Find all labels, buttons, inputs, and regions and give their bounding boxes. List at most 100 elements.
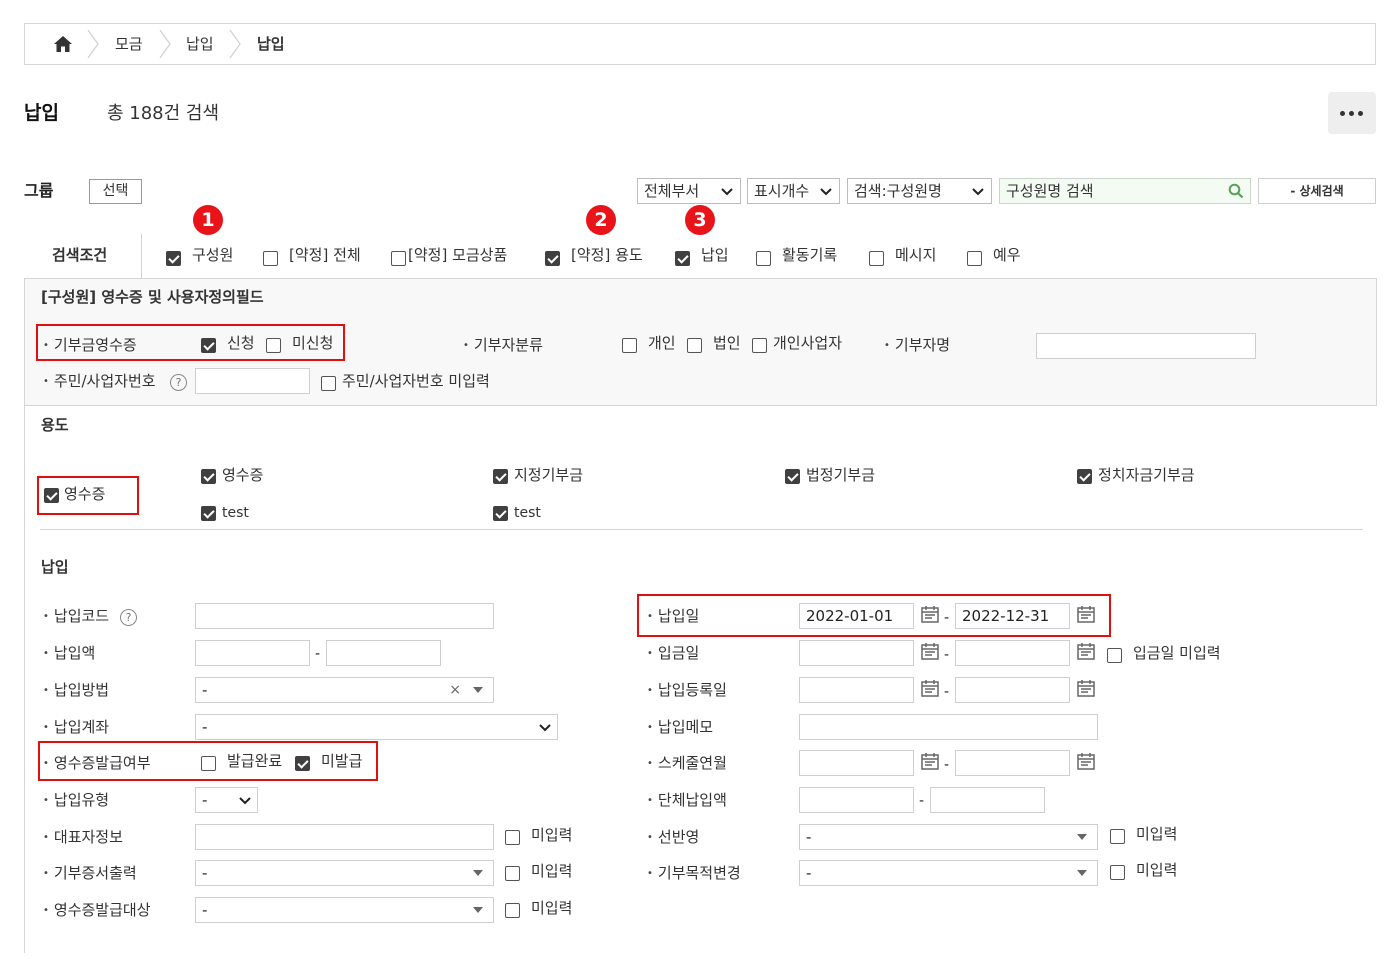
payment-amount-min-input[interactable] bbox=[195, 640, 310, 666]
prior-reflect-missing-checkbox[interactable] bbox=[1110, 829, 1125, 844]
payment-method-label: 납입방법 bbox=[43, 683, 109, 698]
rep-info-missing-checkbox[interactable] bbox=[505, 830, 520, 845]
calendar-icon[interactable] bbox=[920, 641, 940, 661]
purpose-item-checkbox[interactable] bbox=[493, 469, 508, 484]
payment-code-input[interactable] bbox=[195, 603, 494, 629]
help-icon[interactable]: ? bbox=[170, 374, 187, 391]
cert-print-select[interactable]: - bbox=[195, 860, 494, 886]
payment-method-select[interactable]: - × bbox=[195, 677, 494, 703]
group-amount-min-input[interactable] bbox=[799, 787, 914, 813]
group-amount-max-input[interactable] bbox=[930, 787, 1045, 813]
condition-message-checkbox[interactable] bbox=[869, 251, 884, 266]
purpose-item-label: test bbox=[222, 505, 249, 521]
payment-method-value: - bbox=[202, 681, 208, 699]
display-count-select[interactable]: 표시개수 bbox=[747, 178, 840, 204]
payment-account-value: - bbox=[202, 718, 208, 736]
calendar-icon[interactable] bbox=[1076, 641, 1096, 661]
donor-type-corporate-checkbox[interactable] bbox=[687, 338, 702, 353]
payment-type-select[interactable]: - bbox=[195, 787, 258, 813]
cert-print-missing-checkbox[interactable] bbox=[505, 866, 520, 881]
breadcrumb-item-payment[interactable]: 납입 bbox=[186, 37, 214, 52]
cert-print-value: - bbox=[202, 864, 208, 882]
schedule-from-input[interactable] bbox=[799, 750, 914, 776]
rep-info-label: 대표자정보 bbox=[43, 830, 123, 845]
condition-activity-checkbox[interactable] bbox=[756, 251, 771, 266]
display-count-value: 표시개수 bbox=[754, 182, 810, 200]
deposit-date-from-input[interactable] bbox=[799, 640, 914, 666]
reg-date-to-input[interactable] bbox=[955, 677, 1070, 703]
caret-down-icon bbox=[1077, 870, 1087, 876]
home-icon[interactable] bbox=[53, 35, 73, 53]
purpose-item-checkbox[interactable] bbox=[785, 469, 800, 484]
deposit-date-label: 입금일 bbox=[647, 646, 699, 661]
member-search-input[interactable]: 구성원명 검색 bbox=[999, 178, 1251, 204]
rep-info-input[interactable] bbox=[195, 824, 494, 850]
purpose-item-checkbox[interactable] bbox=[493, 506, 508, 521]
search-type-value: 검색:구성원명 bbox=[854, 182, 942, 200]
more-options-button[interactable] bbox=[1328, 92, 1376, 134]
memo-input[interactable] bbox=[799, 714, 1098, 740]
breadcrumb-item-fundraising[interactable]: 모금 bbox=[115, 37, 143, 52]
condition-payment-checkbox[interactable] bbox=[675, 251, 690, 266]
search-icon[interactable] bbox=[1228, 183, 1244, 199]
purpose-change-missing-checkbox[interactable] bbox=[1110, 865, 1125, 880]
donor-type-sole-proprietor-checkbox[interactable] bbox=[752, 338, 767, 353]
payment-amount-label: 납입액 bbox=[43, 646, 95, 661]
detail-search-button[interactable]: - 상세검색 bbox=[1258, 178, 1376, 204]
condition-member-label: 구성원 bbox=[192, 246, 234, 264]
annotation-badge-1: 1 bbox=[193, 205, 223, 235]
clear-icon[interactable]: × bbox=[449, 678, 461, 702]
payment-amount-max-input[interactable] bbox=[326, 640, 441, 666]
id-number-input[interactable] bbox=[195, 368, 310, 394]
purpose-change-select[interactable]: - bbox=[799, 860, 1098, 886]
cert-print-missing-label: 미입력 bbox=[531, 862, 573, 880]
calendar-icon[interactable] bbox=[920, 678, 940, 698]
purpose-item-label: 정치자금기부금 bbox=[1098, 466, 1195, 484]
help-icon[interactable]: ? bbox=[120, 609, 137, 626]
calendar-icon[interactable] bbox=[920, 751, 940, 771]
payment-type-label: 납입유형 bbox=[43, 793, 109, 808]
condition-pledge-all-checkbox[interactable] bbox=[263, 251, 278, 266]
payment-type-value: - bbox=[202, 791, 208, 809]
condition-member-checkbox[interactable] bbox=[166, 251, 181, 266]
receipt-target-missing-checkbox[interactable] bbox=[505, 903, 520, 918]
schedule-to-input[interactable] bbox=[955, 750, 1070, 776]
purpose-item-label: 영수증 bbox=[222, 466, 264, 484]
deposit-missing-label: 입금일 미입력 bbox=[1133, 644, 1221, 662]
reg-date-from-input[interactable] bbox=[799, 677, 914, 703]
more-dot-icon bbox=[1349, 111, 1354, 116]
donor-type-individual-checkbox[interactable] bbox=[622, 338, 637, 353]
chevron-down-icon bbox=[972, 188, 984, 196]
group-select-button[interactable]: 선택 bbox=[89, 179, 142, 204]
more-dot-icon bbox=[1358, 111, 1363, 116]
search-type-select[interactable]: 검색:구성원명 bbox=[847, 178, 992, 204]
calendar-icon[interactable] bbox=[1076, 751, 1096, 771]
purpose-item-checkbox[interactable] bbox=[201, 506, 216, 521]
deposit-missing-checkbox[interactable] bbox=[1107, 648, 1122, 663]
condition-pledge-product-checkbox[interactable] bbox=[391, 251, 406, 266]
donor-name-input[interactable] bbox=[1036, 333, 1256, 359]
payment-account-select[interactable]: - bbox=[195, 714, 558, 740]
id-number-label: 주민/사업자번호 bbox=[43, 374, 156, 389]
cert-print-label: 기부증서출력 bbox=[43, 866, 137, 881]
highlight-box-receipt bbox=[36, 324, 345, 361]
prior-reflect-label: 선반영 bbox=[647, 830, 699, 845]
condition-message-label: 메시지 bbox=[895, 246, 937, 264]
condition-courtesy-checkbox[interactable] bbox=[967, 251, 982, 266]
id-missing-checkbox[interactable] bbox=[321, 376, 336, 391]
purpose-item-checkbox[interactable] bbox=[1077, 469, 1092, 484]
calendar-icon[interactable] bbox=[1076, 678, 1096, 698]
condition-pledge-purpose-checkbox[interactable] bbox=[545, 251, 560, 266]
highlight-box-receipt-issue bbox=[38, 741, 378, 781]
reg-date-label: 납입등록일 bbox=[647, 683, 727, 698]
deposit-date-to-input[interactable] bbox=[955, 640, 1070, 666]
prior-reflect-missing-label: 미입력 bbox=[1136, 825, 1178, 843]
prior-reflect-select[interactable]: - bbox=[799, 824, 1098, 850]
purpose-change-value: - bbox=[806, 864, 812, 882]
breadcrumb-separator-icon bbox=[159, 30, 171, 58]
purpose-item-checkbox[interactable] bbox=[201, 469, 216, 484]
department-select[interactable]: 전체부서 bbox=[637, 178, 741, 204]
page-title: 납입 bbox=[24, 102, 59, 124]
purpose-item-label: test bbox=[514, 505, 541, 521]
receipt-target-select[interactable]: - bbox=[195, 897, 494, 923]
